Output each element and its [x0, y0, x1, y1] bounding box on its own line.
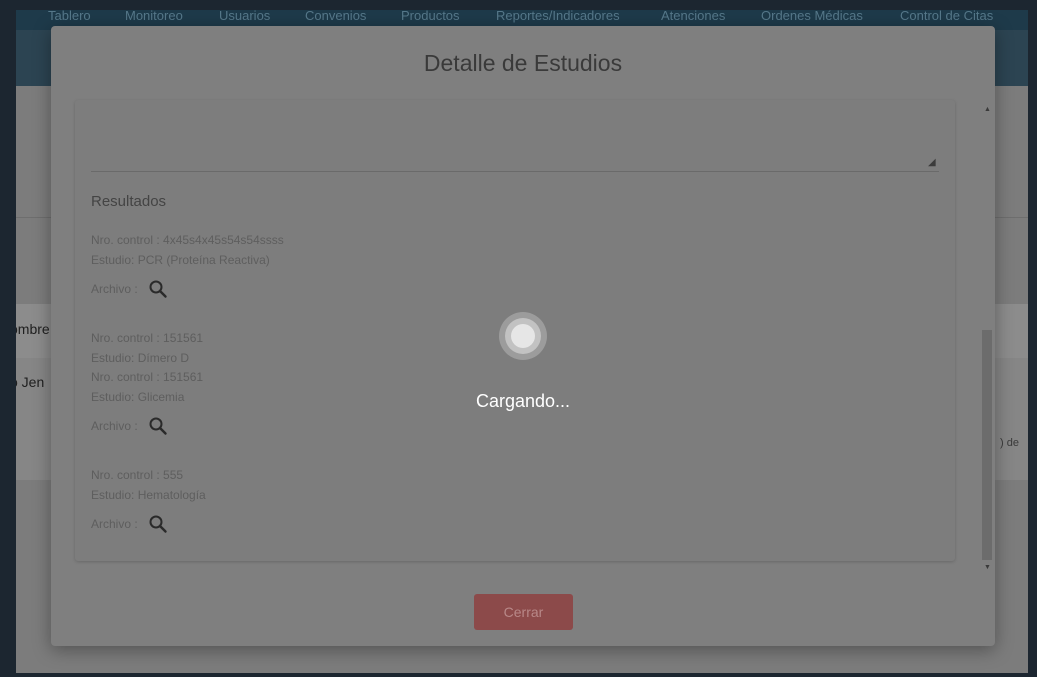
result-study-name: Estudio: Hematología — [91, 488, 206, 502]
loading-spinner-icon — [499, 312, 547, 360]
file-label: Archivo : — [91, 282, 138, 296]
nav-item-tablero[interactable]: Tablero — [48, 10, 91, 22]
result-file-row: Archivo : — [91, 416, 168, 438]
search-icon[interactable] — [148, 514, 168, 534]
file-label: Archivo : — [91, 517, 138, 531]
nav-item-convenios[interactable]: Convenios — [305, 10, 366, 22]
result-study-name: Estudio: PCR (Proteína Reactiva) — [91, 253, 270, 267]
loading-text: Cargando... — [475, 391, 571, 411]
modal-scrollbar[interactable]: ▲ ▼ — [982, 106, 992, 594]
nav-item-productos[interactable]: Productos — [401, 10, 460, 22]
table-row-cell: o Jen — [16, 374, 45, 390]
resize-handle-icon[interactable]: ◢ — [928, 157, 936, 168]
scroll-thumb[interactable] — [982, 330, 992, 560]
result-study-name: Estudio: Dímero D — [91, 351, 190, 365]
result-control-number: Nro. control : 151561 — [91, 370, 204, 384]
search-icon[interactable] — [148, 416, 168, 436]
scroll-down-icon[interactable]: ▼ — [984, 564, 991, 571]
search-icon[interactable] — [148, 279, 168, 299]
result-control-number: Nro. control : 151561 — [91, 331, 204, 345]
result-file-row: Archivo : — [91, 279, 168, 301]
nav-item-atenciones[interactable]: Atenciones — [661, 10, 725, 22]
pagination-info: ) de — [1000, 437, 1019, 449]
file-label: Archivo : — [91, 419, 138, 433]
results-heading: Resultados — [91, 193, 167, 210]
scroll-up-icon[interactable]: ▲ — [984, 106, 991, 113]
nav-item-usuarios[interactable]: Usuarios — [219, 10, 270, 22]
column-header-name: ombre — [16, 321, 50, 337]
close-button[interactable]: Cerrar — [474, 594, 573, 630]
result-file-row: Archivo : — [91, 514, 168, 536]
nav-item-control-citas[interactable]: Control de Citas — [900, 10, 993, 22]
result-study-name: Estudio: Glicemia — [91, 390, 185, 404]
result-control-number: Nro. control : 4x45s4x45s54s54ssss — [91, 233, 284, 247]
observations-textarea[interactable] — [91, 171, 939, 172]
nav-item-reportes[interactable]: Reportes/Indicadores — [496, 10, 620, 22]
nav-item-monitoreo[interactable]: Monitoreo — [125, 10, 183, 22]
result-control-number: Nro. control : 555 — [91, 468, 184, 482]
modal-title: Detalle de Estudios — [423, 50, 623, 76]
nav-item-ordenes-medicas[interactable]: Ordenes Médicas — [761, 10, 863, 22]
